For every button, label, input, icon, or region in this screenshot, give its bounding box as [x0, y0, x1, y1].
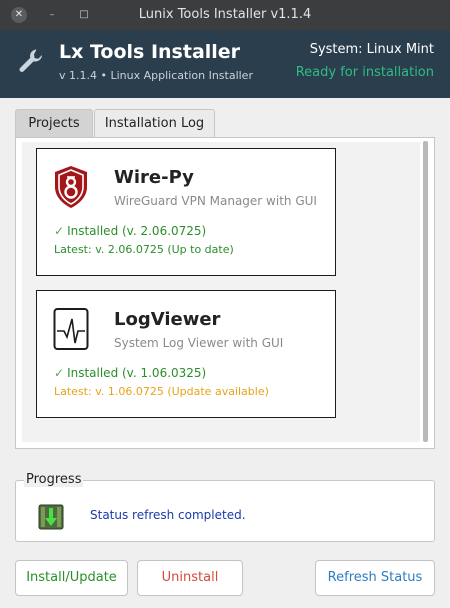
installed-version: ✓ Installed (v. 2.06.0725) [54, 224, 206, 238]
project-card-logviewer[interactable]: LogViewer System Log Viewer with GUI ✓ In… [36, 290, 336, 418]
project-description: WireGuard VPN Manager with GUI [114, 194, 317, 208]
project-name: LogViewer [114, 309, 221, 330]
app-header: Lx Tools Installer v 1.1.4 • Linux Appli… [0, 30, 450, 98]
window-title: Lunix Tools Installer v1.1.4 [138, 7, 312, 22]
latest-version: Latest: v. 1.06.0725 (Update available) [54, 385, 269, 398]
installed-version: ✓ Installed (v. 1.06.0325) [54, 366, 206, 380]
uninstall-button[interactable]: Uninstall [137, 560, 243, 596]
progress-label: Progress [24, 472, 84, 487]
install-update-button[interactable]: Install/Update [15, 560, 128, 596]
wrench-icon [19, 49, 42, 73]
project-card-wirepy[interactable]: Wire-Py WireGuard VPN Manager with GUI ✓… [36, 148, 336, 276]
wirepy-shield-icon [55, 166, 87, 208]
check-icon: ✓ [54, 224, 65, 238]
progress-status: Status refresh completed. [90, 508, 246, 522]
tab-projects[interactable]: Projects [15, 109, 93, 137]
system-label: System: Linux Mint [309, 42, 434, 57]
ready-status: Ready for installation [295, 65, 434, 80]
tab-installation-log[interactable]: Installation Log [94, 109, 215, 137]
project-name: Wire-Py [114, 167, 194, 188]
download-archive-icon [38, 504, 64, 530]
app-subtitle: v 1.1.4 • Linux Application Installer [59, 69, 253, 82]
project-description: System Log Viewer with GUI [114, 336, 284, 350]
installed-version-text: Installed (v. 2.06.0725) [67, 224, 207, 238]
projects-scrollbar[interactable] [423, 141, 428, 442]
check-icon: ✓ [54, 366, 65, 380]
refresh-status-button[interactable]: Refresh Status [315, 560, 435, 596]
installed-version-text: Installed (v. 1.06.0325) [67, 366, 207, 380]
log-waveform-icon [53, 308, 89, 350]
latest-version: Latest: v. 2.06.0725 (Up to date) [54, 243, 234, 256]
window-titlebar: ✕ – □ Lunix Tools Installer v1.1.4 [0, 0, 450, 30]
app-title: Lx Tools Installer [59, 41, 241, 63]
